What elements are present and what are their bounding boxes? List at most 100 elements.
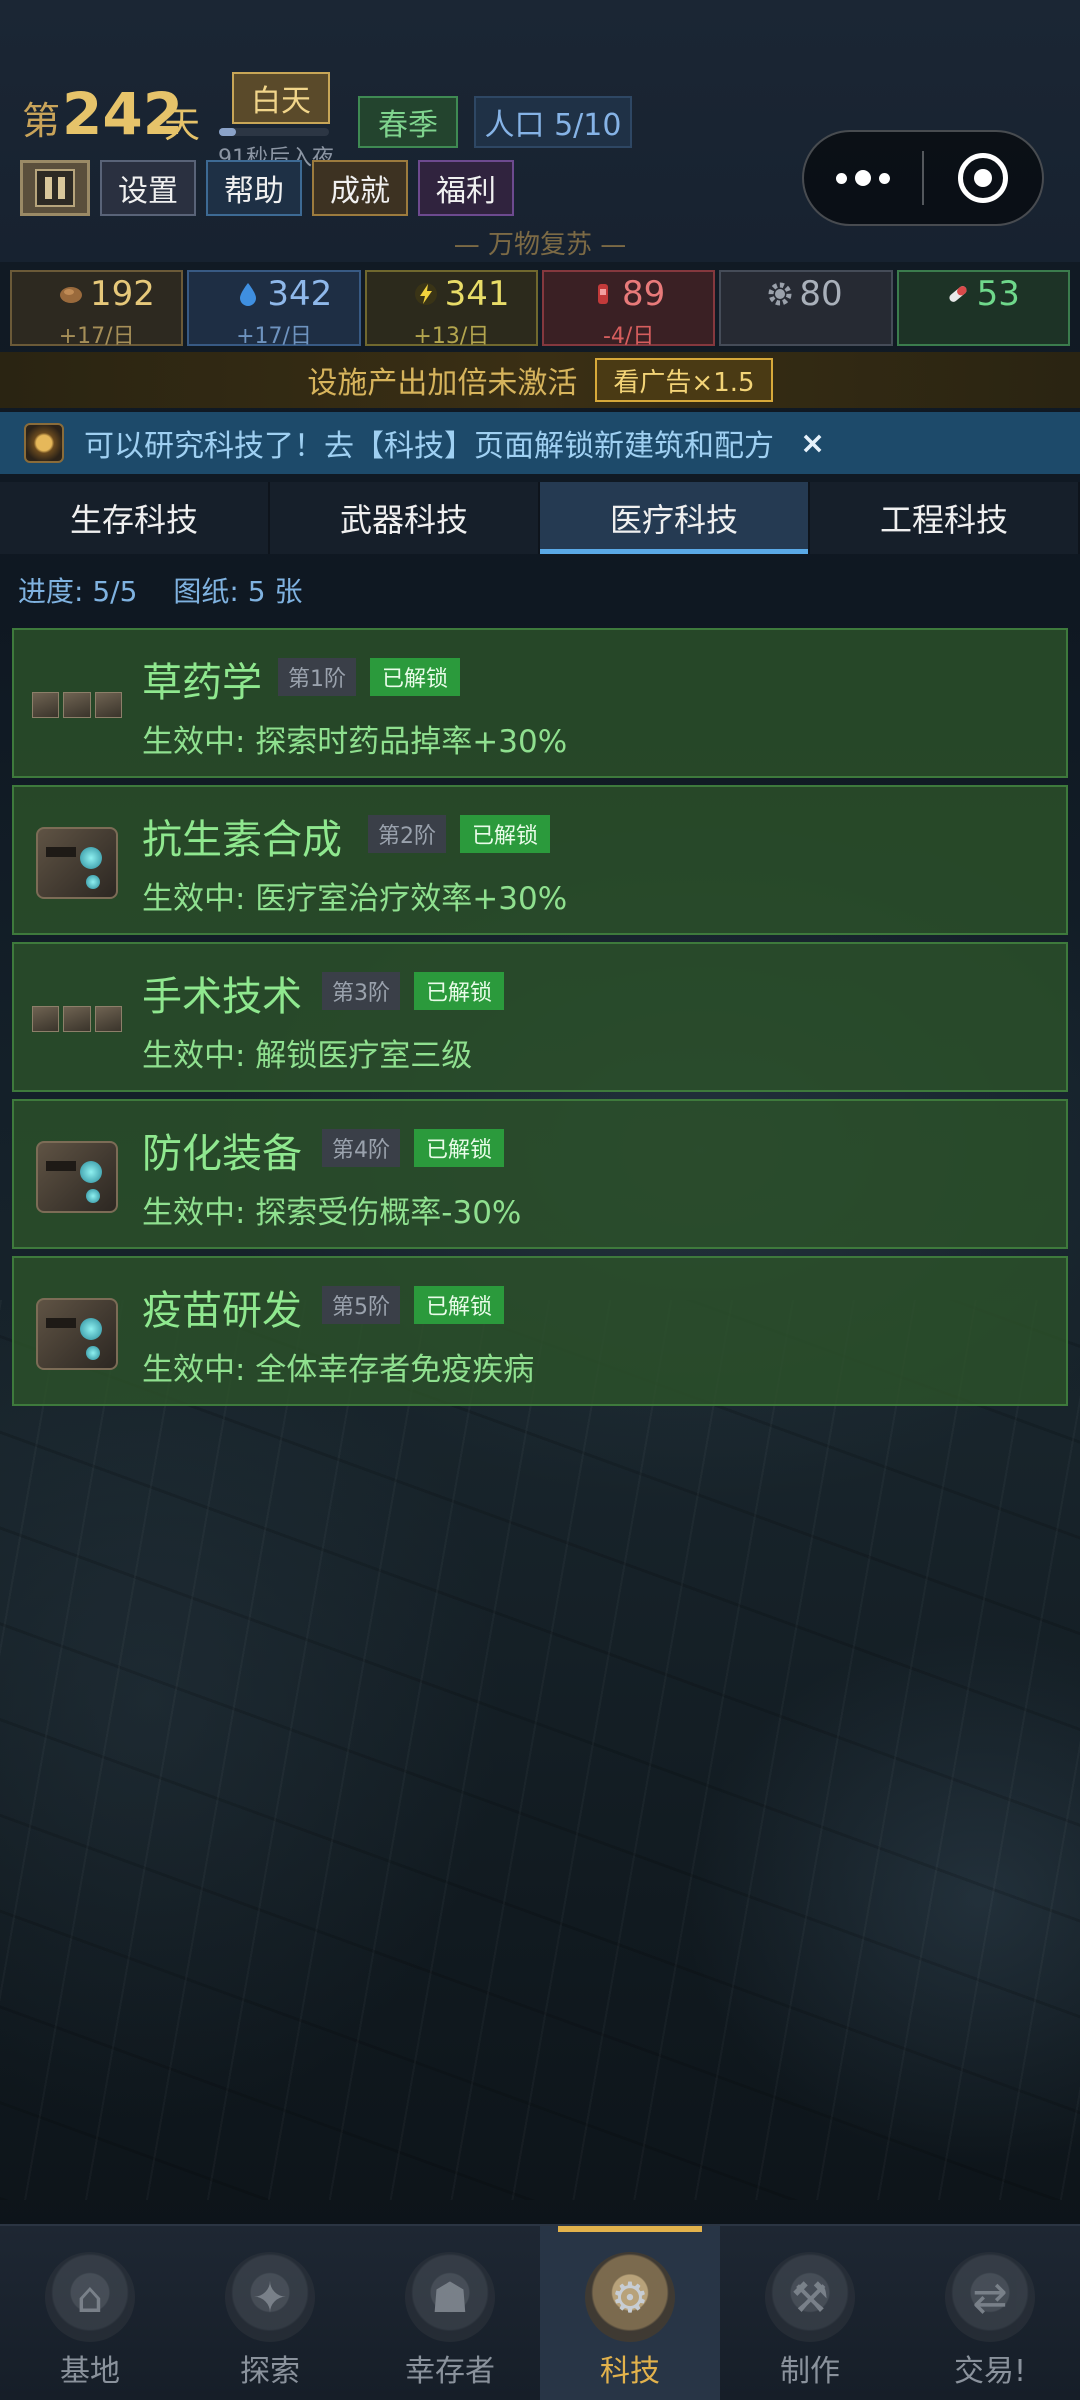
food-value: 192	[90, 274, 155, 314]
tech-unlocked-badge: 已解锁	[414, 972, 505, 1010]
lightning-icon	[413, 281, 439, 307]
top-header: 第 242 天 白天 91秒后入夜 春季 人口 5/10 设置 帮助 成就 福利…	[0, 0, 1080, 262]
target-circle-icon	[958, 153, 1008, 203]
tech-unlocked-badge: 已解锁	[414, 1129, 505, 1167]
background-pipes	[0, 1300, 1080, 2200]
more-menu-button[interactable]	[804, 170, 922, 186]
tech-tier-badge: 第2阶	[368, 815, 446, 853]
nav-label: 探索	[240, 2354, 300, 2389]
night-progress-bar	[219, 128, 329, 136]
achievements-button[interactable]: 成就	[312, 160, 408, 216]
tech-tier-badge: 第5阶	[322, 1286, 400, 1324]
tech-effect: 生效中: 探索受伤概率-30%	[142, 1195, 522, 1231]
pill-icon	[945, 281, 971, 307]
research-notice-icon	[24, 423, 64, 463]
season-badge: 春季	[358, 96, 458, 148]
nav-explore[interactable]: ✦ 探索	[180, 2226, 360, 2400]
crafting-icon: ⚒	[765, 2252, 855, 2342]
resource-pills: 53	[896, 270, 1070, 346]
resource-medicine: 89 -4/日	[541, 270, 716, 349]
tech-list: 草药学 第1阶 已解锁 生效中: 探索时药品掉率+30% 抗生素合成 第2阶 已…	[12, 628, 1068, 1413]
welfare-button[interactable]: 福利	[418, 160, 514, 216]
food-rate: +17/日	[58, 324, 135, 349]
watch-ad-button[interactable]: 看广告×1.5	[595, 358, 773, 402]
nav-survivors[interactable]: ☗ 幸存者	[360, 2226, 540, 2400]
settings-button[interactable]: 设置	[100, 160, 196, 216]
progress-text: 进度: 5/5	[18, 575, 138, 608]
tech-tier-badge: 第1阶	[278, 658, 356, 696]
parts-value: 80	[799, 274, 843, 314]
help-button[interactable]: 帮助	[206, 160, 302, 216]
tech-effect: 生效中: 医疗室治疗效率+30%	[142, 881, 568, 917]
night-progress-fill	[219, 128, 236, 136]
survivors-icon: ☗	[405, 2252, 495, 2342]
tech-crates-icon	[32, 660, 122, 750]
tech-name: 防化装备	[142, 1131, 302, 1177]
tech-machine-icon	[32, 817, 122, 907]
tab-weapon-tech[interactable]: 武器科技	[270, 482, 540, 554]
season-motto: — 万物复苏 —	[453, 230, 627, 260]
tech-unlocked-badge: 已解锁	[370, 658, 461, 696]
tech-name: 草药学	[142, 660, 262, 706]
power-value: 341	[444, 274, 510, 314]
tab-survival-tech[interactable]: 生存科技	[0, 482, 270, 554]
nav-crafting[interactable]: ⚒ 制作	[720, 2226, 900, 2400]
tech-card[interactable]: 防化装备 第4阶 已解锁 生效中: 探索受伤概率-30%	[12, 1099, 1068, 1249]
nav-tech[interactable]: ⚙ 科技	[540, 2226, 720, 2400]
tech-card[interactable]: 草药学 第1阶 已解锁 生效中: 探索时药品掉率+30%	[12, 628, 1068, 778]
daytime-badge: 白天	[232, 72, 330, 124]
tech-card[interactable]: 抗生素合成 第2阶 已解锁 生效中: 医疗室治疗效率+30%	[12, 785, 1068, 935]
nav-base[interactable]: ⌂ 基地	[0, 2226, 180, 2400]
pause-button[interactable]	[20, 160, 90, 216]
close-miniprogram-button[interactable]	[924, 153, 1042, 203]
water-drop-icon	[235, 281, 261, 307]
nav-label: 交易!	[953, 2354, 1027, 2389]
nav-label: 基地	[60, 2354, 120, 2389]
water-rate: +17/日	[236, 324, 312, 349]
tech-category-tabs: 生存科技 武器科技 医疗科技 工程科技	[0, 482, 1080, 554]
tab-engineering-tech[interactable]: 工程科技	[810, 482, 1080, 554]
more-dots-icon	[836, 172, 847, 184]
research-notice: 可以研究科技了！去【科技】页面解锁新建筑和配方 ×	[0, 412, 1080, 474]
trade-icon: ⇄	[945, 2252, 1035, 2342]
nav-label: 科技	[600, 2354, 660, 2389]
nav-label: 制作	[780, 2354, 840, 2389]
tech-machine-icon	[32, 1131, 122, 1221]
base-icon: ⌂	[45, 2252, 135, 2342]
day-suffix: 天	[164, 105, 201, 146]
gear-icon	[767, 281, 793, 307]
pause-icon	[35, 169, 75, 207]
tech-effect: 生效中: 解锁医疗室三级	[142, 1038, 473, 1074]
tech-effect: 生效中: 探索时药品掉率+30%	[142, 724, 568, 760]
tech-card[interactable]: 疫苗研发 第5阶 已解锁 生效中: 全体幸存者免疫疾病	[12, 1256, 1068, 1406]
day-prefix: 第	[22, 99, 61, 143]
resource-food: 192 +17/日	[10, 270, 184, 349]
tech-card[interactable]: 手术技术 第3阶 已解锁 生效中: 解锁医疗室三级	[12, 942, 1068, 1092]
compass-icon: ✦	[225, 2252, 315, 2342]
food-icon	[58, 281, 84, 307]
boost-status-text: 设施产出加倍未激活	[307, 366, 578, 401]
nav-label: 幸存者	[405, 2354, 495, 2389]
tech-tier-badge: 第3阶	[322, 972, 400, 1010]
research-notice-text[interactable]: 可以研究科技了！去【科技】页面解锁新建筑和配方	[84, 421, 774, 465]
resource-bar: 192 +17/日 342 +17/日 341 +13/日 89 -4/日 80…	[10, 270, 1070, 349]
population-badge: 人口 5/10	[474, 96, 632, 148]
close-icon[interactable]: ×	[800, 426, 825, 461]
tech-crates-icon	[32, 974, 122, 1064]
water-value: 342	[267, 274, 333, 314]
tab-medical-tech[interactable]: 医疗科技	[540, 482, 810, 554]
power-rate: +13/日	[413, 324, 490, 349]
resource-water: 342 +17/日	[187, 270, 361, 349]
tech-tier-badge: 第4阶	[322, 1129, 400, 1167]
medicine-rate: -4/日	[602, 324, 655, 349]
tech-name: 抗生素合成	[142, 817, 342, 863]
production-boost-bar: 设施产出加倍未激活 看广告×1.5	[0, 352, 1080, 408]
bottom-navigation: ⌂ 基地 ✦ 探索 ☗ 幸存者 ⚙ 科技 ⚒ 制作 ⇄ 交易!	[0, 2224, 1080, 2400]
tech-machine-icon	[32, 1288, 122, 1378]
tech-unlocked-badge: 已解锁	[414, 1286, 505, 1324]
resource-power: 341 +13/日	[364, 270, 538, 349]
research-progress: 进度: 5/5 图纸: 5 张	[18, 570, 302, 610]
resource-parts: 80	[719, 270, 893, 346]
nav-trade[interactable]: ⇄ 交易!	[900, 2226, 1080, 2400]
tech-name: 疫苗研发	[142, 1288, 302, 1334]
